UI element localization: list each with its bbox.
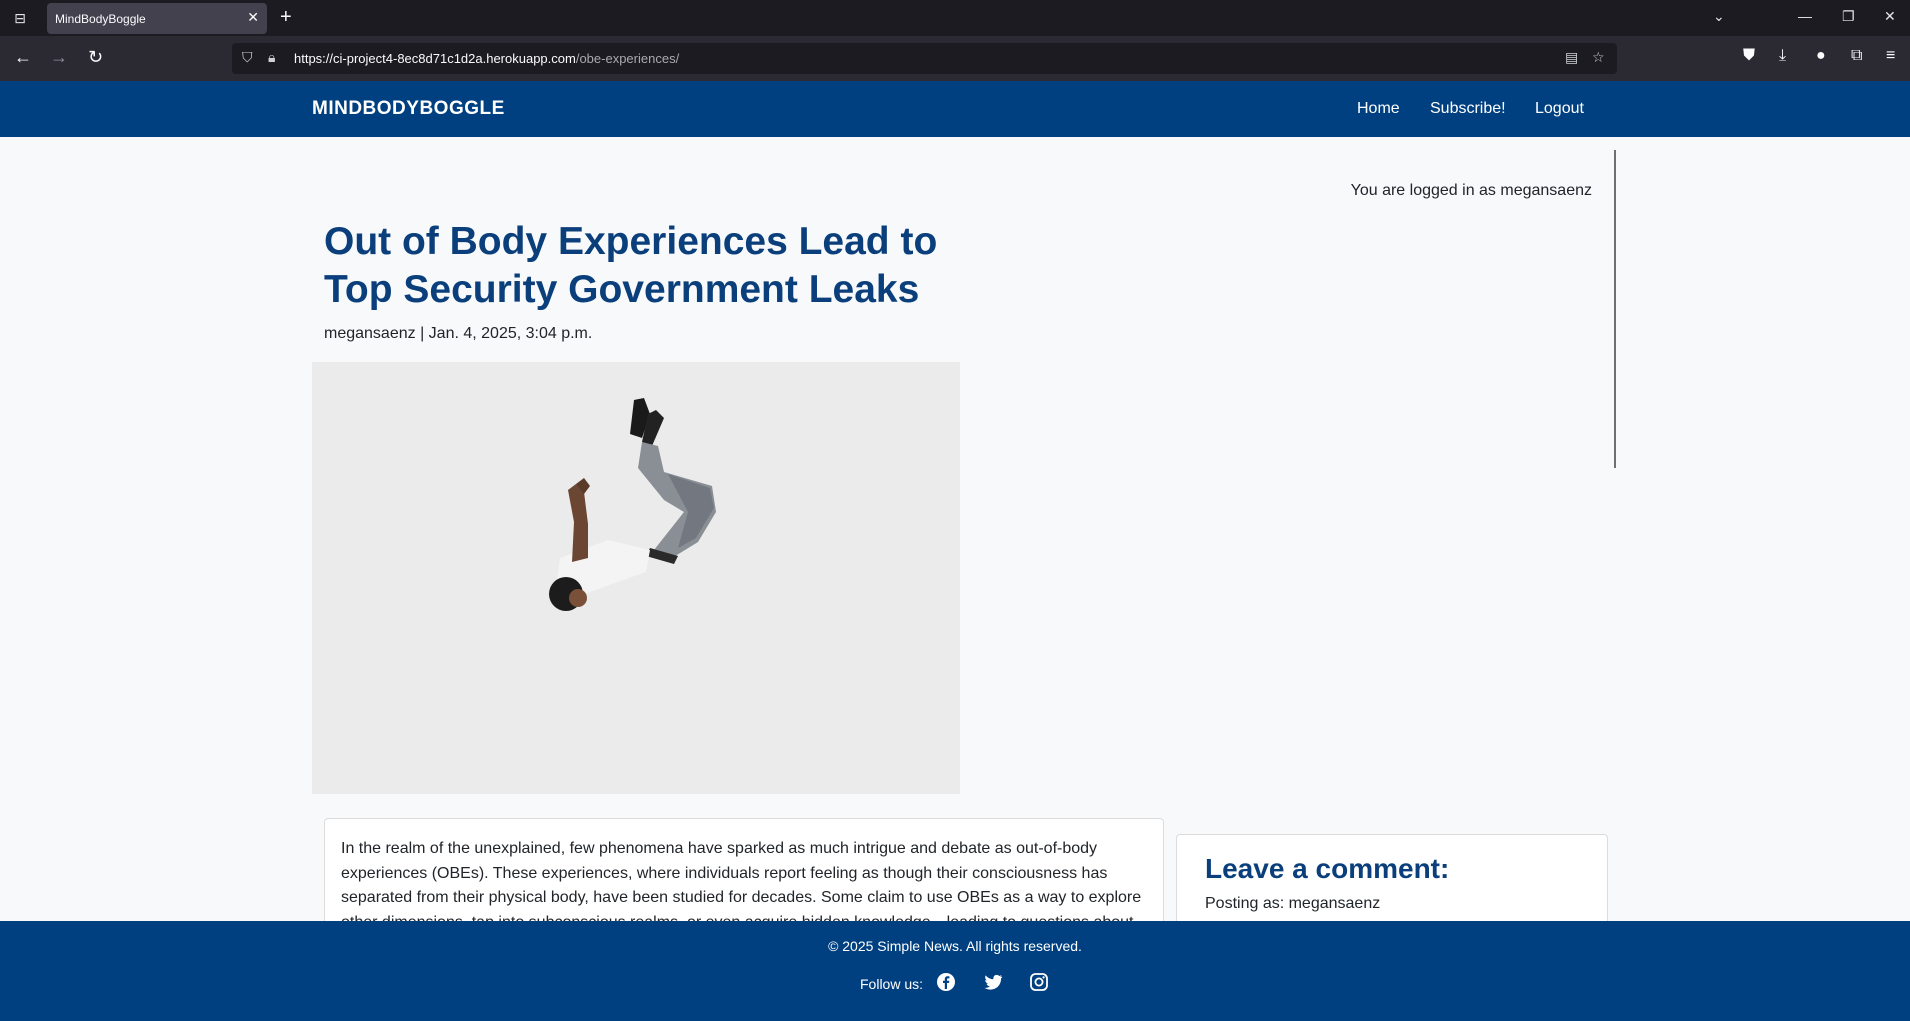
- downloads-icon[interactable]: ⤓: [1779, 47, 1786, 65]
- facebook-icon[interactable]: [936, 972, 956, 992]
- falling-man-illustration: [549, 398, 716, 611]
- login-status: You are logged in as megansaenz: [1350, 182, 1592, 199]
- url-host: https://ci-project4-8ec8d71c1d2a.herokua…: [294, 51, 576, 66]
- browser-tab[interactable]: MindBodyBoggle ✕: [47, 3, 267, 34]
- tab-title: MindBodyBoggle: [55, 12, 146, 26]
- post-body-text: In the realm of the unexplained, few phe…: [341, 840, 1142, 927]
- lock-icon[interactable]: 🔒︎: [268, 49, 275, 66]
- url-bar[interactable]: ⛉ 🔒︎ https://ci-project4-8ec8d71c1d2a.he…: [232, 43, 1617, 74]
- url-path: /obe-experiences/: [575, 51, 680, 66]
- tab-overflow-chevron-icon[interactable]: ⌄: [1713, 8, 1725, 25]
- post-meta: megansaenz | Jan. 4, 2025, 3:04 p.m.: [324, 325, 593, 342]
- reload-icon[interactable]: ↻: [88, 47, 103, 67]
- menu-icon[interactable]: ≡: [1886, 47, 1895, 65]
- instagram-icon[interactable]: [1029, 972, 1049, 992]
- pocket-icon[interactable]: ⛊: [1743, 47, 1755, 65]
- close-tab-icon[interactable]: ✕: [247, 9, 259, 26]
- bookmark-star-icon[interactable]: ☆: [1592, 49, 1605, 66]
- browser-tab-bar: ⊟ MindBodyBoggle ✕ + ⌄ — ❐ ✕: [0, 0, 1910, 36]
- posting-as-label: Posting as: megansaenz: [1205, 895, 1381, 912]
- post-title: Out of Body Experiences Lead to Top Secu…: [324, 220, 938, 311]
- post-hero-image: [312, 362, 960, 794]
- post-body-card: In the realm of the unexplained, few phe…: [324, 818, 1164, 928]
- nav-home-link[interactable]: Home: [1357, 100, 1400, 118]
- restore-icon[interactable]: ❐: [1842, 8, 1855, 25]
- extensions-icon[interactable]: ⧉: [1851, 47, 1862, 65]
- sidebar-divider: [1614, 150, 1616, 468]
- nav-logout-link[interactable]: Logout: [1535, 100, 1584, 118]
- site-footer: © 2025 Simple News. All rights reserved.…: [0, 921, 1910, 1021]
- browser-toolbar: ← → ↻ ⛉ 🔒︎ https://ci-project4-8ec8d71c1…: [0, 36, 1910, 81]
- close-window-icon[interactable]: ✕: [1884, 8, 1896, 25]
- url-text[interactable]: https://ci-project4-8ec8d71c1d2a.herokua…: [294, 51, 679, 66]
- reader-view-icon[interactable]: ▤: [1565, 49, 1578, 66]
- nav-subscribe-link[interactable]: Subscribe!: [1430, 100, 1506, 118]
- tab-list-icon[interactable]: ⊟: [8, 8, 32, 28]
- twitter-icon[interactable]: [983, 972, 1003, 992]
- new-tab-icon[interactable]: +: [280, 6, 292, 28]
- site-header: MINDBODYBOGGLE Home Subscribe! Logout: [0, 81, 1910, 137]
- shield-icon[interactable]: ⛉: [242, 49, 253, 66]
- copyright-text: © 2025 Simple News. All rights reserved.: [828, 938, 1082, 954]
- minimize-icon[interactable]: —: [1798, 8, 1812, 24]
- forward-icon[interactable]: →: [50, 47, 68, 67]
- site-brand[interactable]: MINDBODYBOGGLE: [312, 98, 505, 120]
- comment-card: Leave a comment: Posting as: megansaenz: [1176, 834, 1608, 934]
- comment-heading: Leave a comment:: [1205, 853, 1450, 884]
- account-icon[interactable]: ●: [1816, 47, 1826, 65]
- back-icon[interactable]: ←: [14, 47, 32, 67]
- follow-us-label: Follow us:: [860, 976, 924, 992]
